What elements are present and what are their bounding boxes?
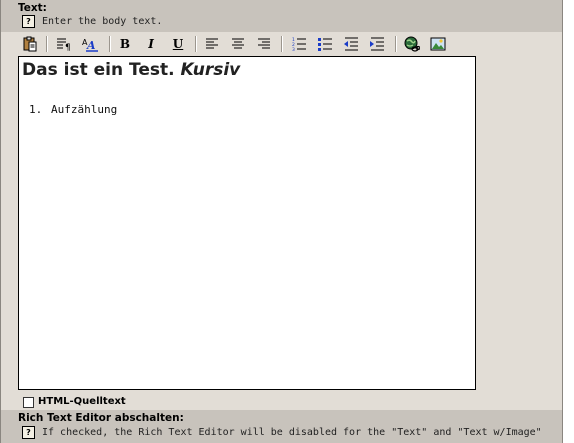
rte-disable-section-header: Rich Text Editor abschalten: ? If checke… [1, 410, 562, 443]
rte-disable-label: Rich Text Editor abschalten: [18, 412, 184, 424]
html-source-label: HTML-Quelltext [38, 396, 126, 407]
text-field-label: Text: [18, 2, 47, 14]
align-left-icon [206, 38, 218, 49]
frame-left-border [0, 0, 1, 443]
svg-text:A: A [86, 39, 96, 52]
outdent-icon [344, 37, 358, 51]
align-right-icon [258, 38, 270, 49]
editor-heading-normal: Das ist ein Test. [22, 60, 175, 80]
align-center-icon [232, 38, 244, 49]
rte-toolbar: ¶ A A B I U 1 2 3 [18, 33, 458, 55]
editor-heading-italic: Kursiv [180, 60, 241, 80]
toolbar-separator [395, 36, 396, 52]
align-left-button[interactable] [202, 34, 222, 54]
paragraph-format-icon: ¶ [57, 38, 71, 52]
toolbar-separator [195, 36, 196, 52]
insert-image-icon [430, 37, 446, 51]
font-style-icon: A A [82, 38, 98, 52]
ordered-list-button[interactable]: 1 2 3 [289, 34, 309, 54]
help-icon[interactable]: ? [22, 15, 35, 28]
paragraph-format-button[interactable]: ¶ [54, 34, 74, 54]
outdent-button[interactable] [341, 34, 361, 54]
list-item: Aufzählung [51, 103, 118, 116]
unordered-list-button[interactable] [315, 34, 335, 54]
italic-button[interactable]: I [141, 34, 161, 54]
editor-ordered-list: 1. Aufzählung [29, 103, 117, 116]
ordered-list-icon: 1 2 3 [292, 37, 306, 52]
paste-button[interactable] [20, 34, 40, 54]
content-editor-form: Text: ? Enter the body text. ¶ A A B I U… [0, 0, 574, 443]
help-icon[interactable]: ? [22, 426, 35, 439]
insert-image-button[interactable] [428, 34, 448, 54]
rich-text-editor-area[interactable]: Das ist ein Test. Kursiv 1. Aufzählung [18, 56, 476, 390]
text-section-header: Text: ? Enter the body text. [1, 0, 562, 32]
frame-right-panel [563, 0, 574, 443]
font-style-button[interactable]: A A [80, 34, 100, 54]
align-right-button[interactable] [254, 34, 274, 54]
html-source-checkbox[interactable] [23, 397, 34, 408]
indent-button[interactable] [367, 34, 387, 54]
align-center-button[interactable] [228, 34, 248, 54]
bold-button[interactable]: B [115, 34, 135, 54]
unordered-list-icon [318, 38, 332, 51]
svg-text:3: 3 [292, 47, 295, 52]
toolbar-separator [281, 36, 282, 52]
underline-button[interactable]: U [168, 34, 188, 54]
insert-link-button[interactable] [402, 34, 422, 54]
text-field-help: Enter the body text. [42, 16, 163, 27]
list-number: 1. [29, 103, 43, 116]
toolbar-separator [46, 36, 47, 52]
insert-link-icon [404, 36, 420, 52]
indent-icon [370, 37, 384, 51]
paste-icon [23, 36, 37, 52]
rte-disable-help: If checked, the Rich Text Editor will be… [42, 427, 542, 438]
svg-text:¶: ¶ [65, 43, 71, 52]
toolbar-separator [109, 36, 110, 52]
editor-heading: Das ist ein Test. Kursiv [22, 60, 240, 80]
